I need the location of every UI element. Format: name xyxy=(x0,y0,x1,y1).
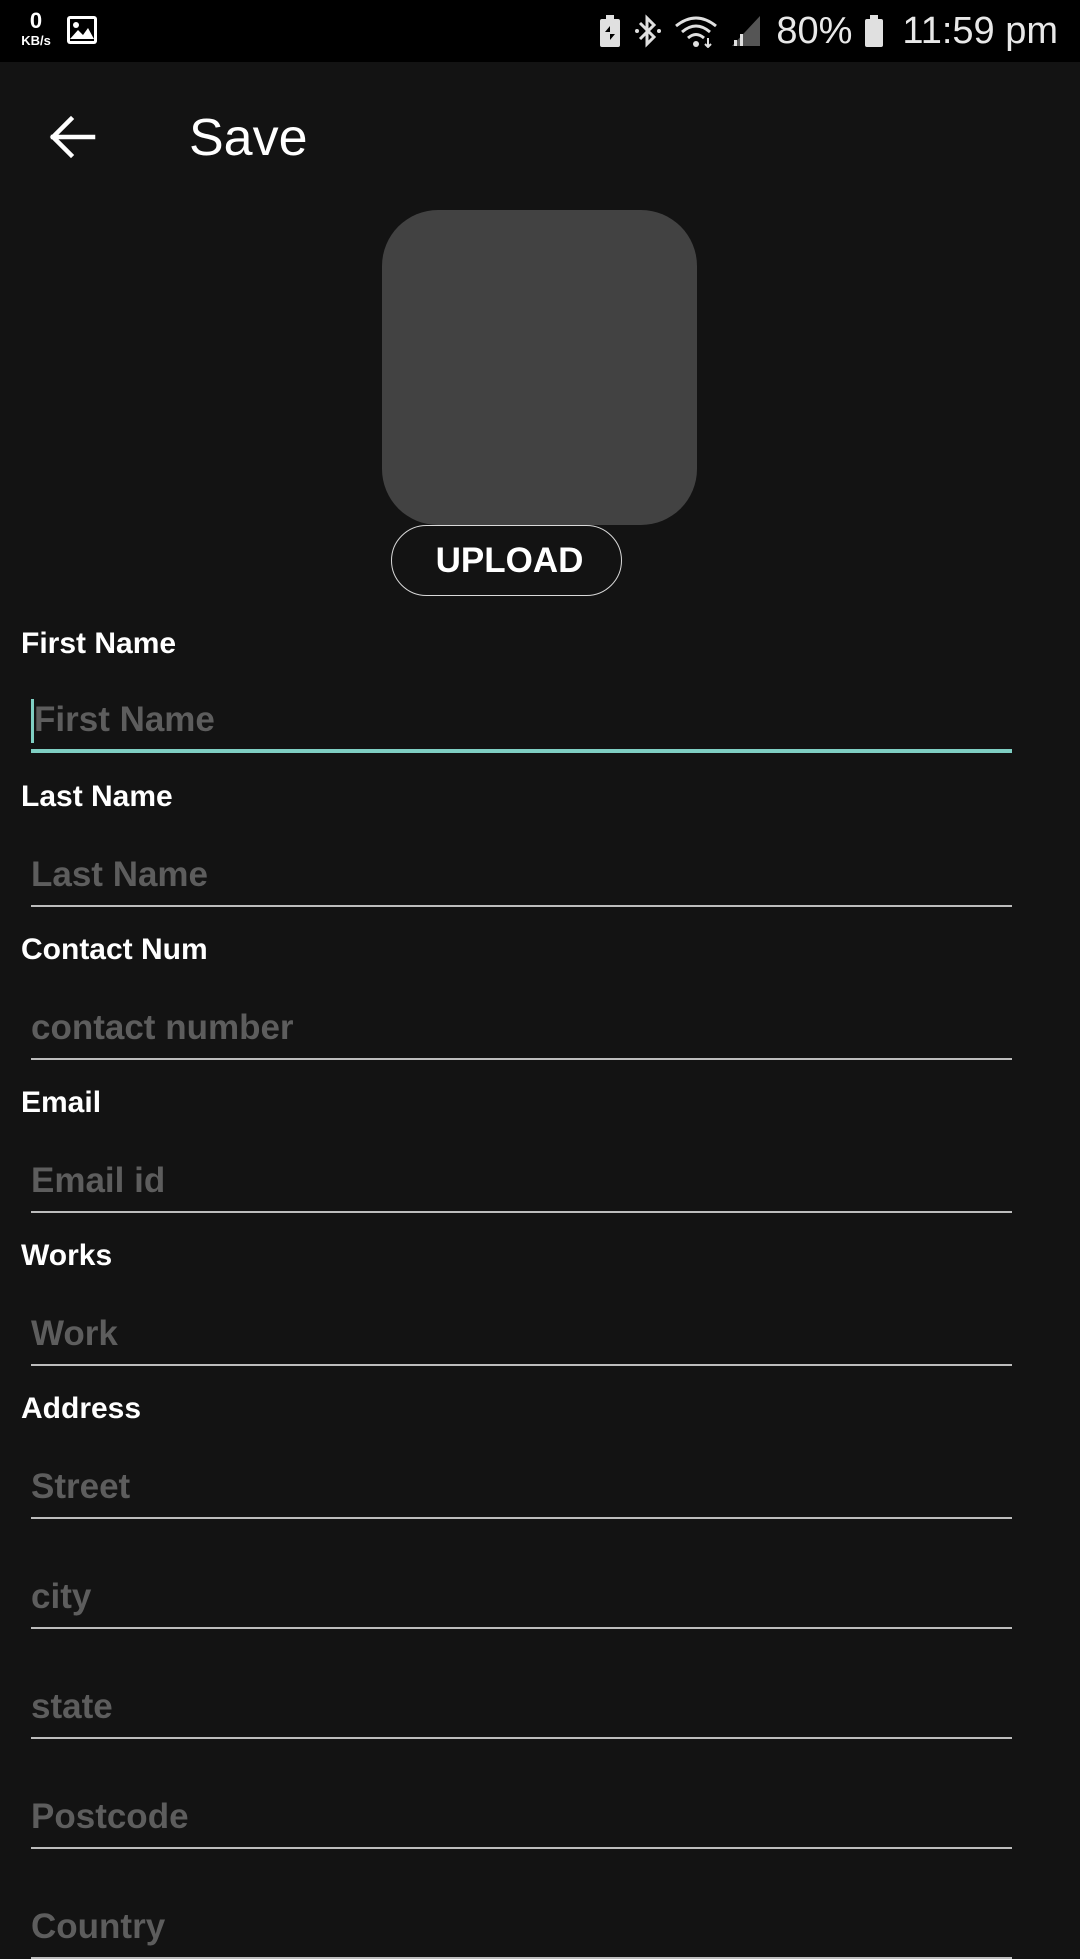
works-label: Works xyxy=(21,1239,113,1272)
signal-icon xyxy=(732,16,761,46)
email-label: Email xyxy=(21,1086,102,1119)
battery-saver-icon xyxy=(600,15,621,47)
status-icons: 80% 11:59 pm xyxy=(598,0,1058,62)
network-speed-unit: KB/s xyxy=(21,33,51,48)
state-field[interactable] xyxy=(31,1677,1012,1739)
country-field[interactable] xyxy=(31,1897,1012,1959)
upload-button[interactable]: UPLOAD xyxy=(391,525,622,596)
state-input[interactable] xyxy=(31,1677,1012,1737)
country-input[interactable] xyxy=(31,1897,1012,1957)
last-name-input[interactable] xyxy=(31,845,1012,905)
work-input[interactable] xyxy=(31,1304,1012,1364)
contact-input[interactable] xyxy=(31,998,1012,1058)
avatar-image[interactable] xyxy=(382,210,697,525)
email-field[interactable] xyxy=(31,1151,1012,1213)
street-field[interactable] xyxy=(31,1457,1012,1519)
street-input[interactable] xyxy=(31,1457,1012,1517)
gallery-icon xyxy=(67,16,97,44)
clock: 11:59 pm xyxy=(902,9,1058,52)
status-bar: 0 KB/s 80% 11:59 pm xyxy=(0,0,1080,62)
postcode-input[interactable] xyxy=(31,1787,1012,1847)
city-field[interactable] xyxy=(31,1567,1012,1629)
app-bar: Save xyxy=(0,62,1080,212)
battery-icon xyxy=(865,15,884,47)
back-button[interactable] xyxy=(38,102,108,172)
contact-label: Contact Num xyxy=(21,933,208,966)
first-name-field[interactable] xyxy=(31,691,1012,753)
first-name-label: First Name xyxy=(21,627,177,660)
last-name-field[interactable] xyxy=(31,845,1012,907)
email-input[interactable] xyxy=(31,1151,1012,1211)
postcode-field[interactable] xyxy=(31,1787,1012,1849)
city-input[interactable] xyxy=(31,1567,1012,1627)
first-name-input[interactable] xyxy=(31,691,1012,749)
arrow-back-icon xyxy=(49,115,96,159)
page-title: Save xyxy=(189,109,308,167)
last-name-label: Last Name xyxy=(21,780,173,813)
battery-percent: 80% xyxy=(776,9,853,52)
network-speed-value: 0 xyxy=(29,8,43,33)
network-speed: 0 KB/s xyxy=(16,8,56,48)
text-cursor xyxy=(31,699,34,743)
work-field[interactable] xyxy=(31,1304,1012,1366)
wifi-icon xyxy=(675,16,718,48)
address-label: Address xyxy=(21,1392,142,1425)
bluetooth-icon xyxy=(635,14,662,48)
contact-field[interactable] xyxy=(31,998,1012,1060)
